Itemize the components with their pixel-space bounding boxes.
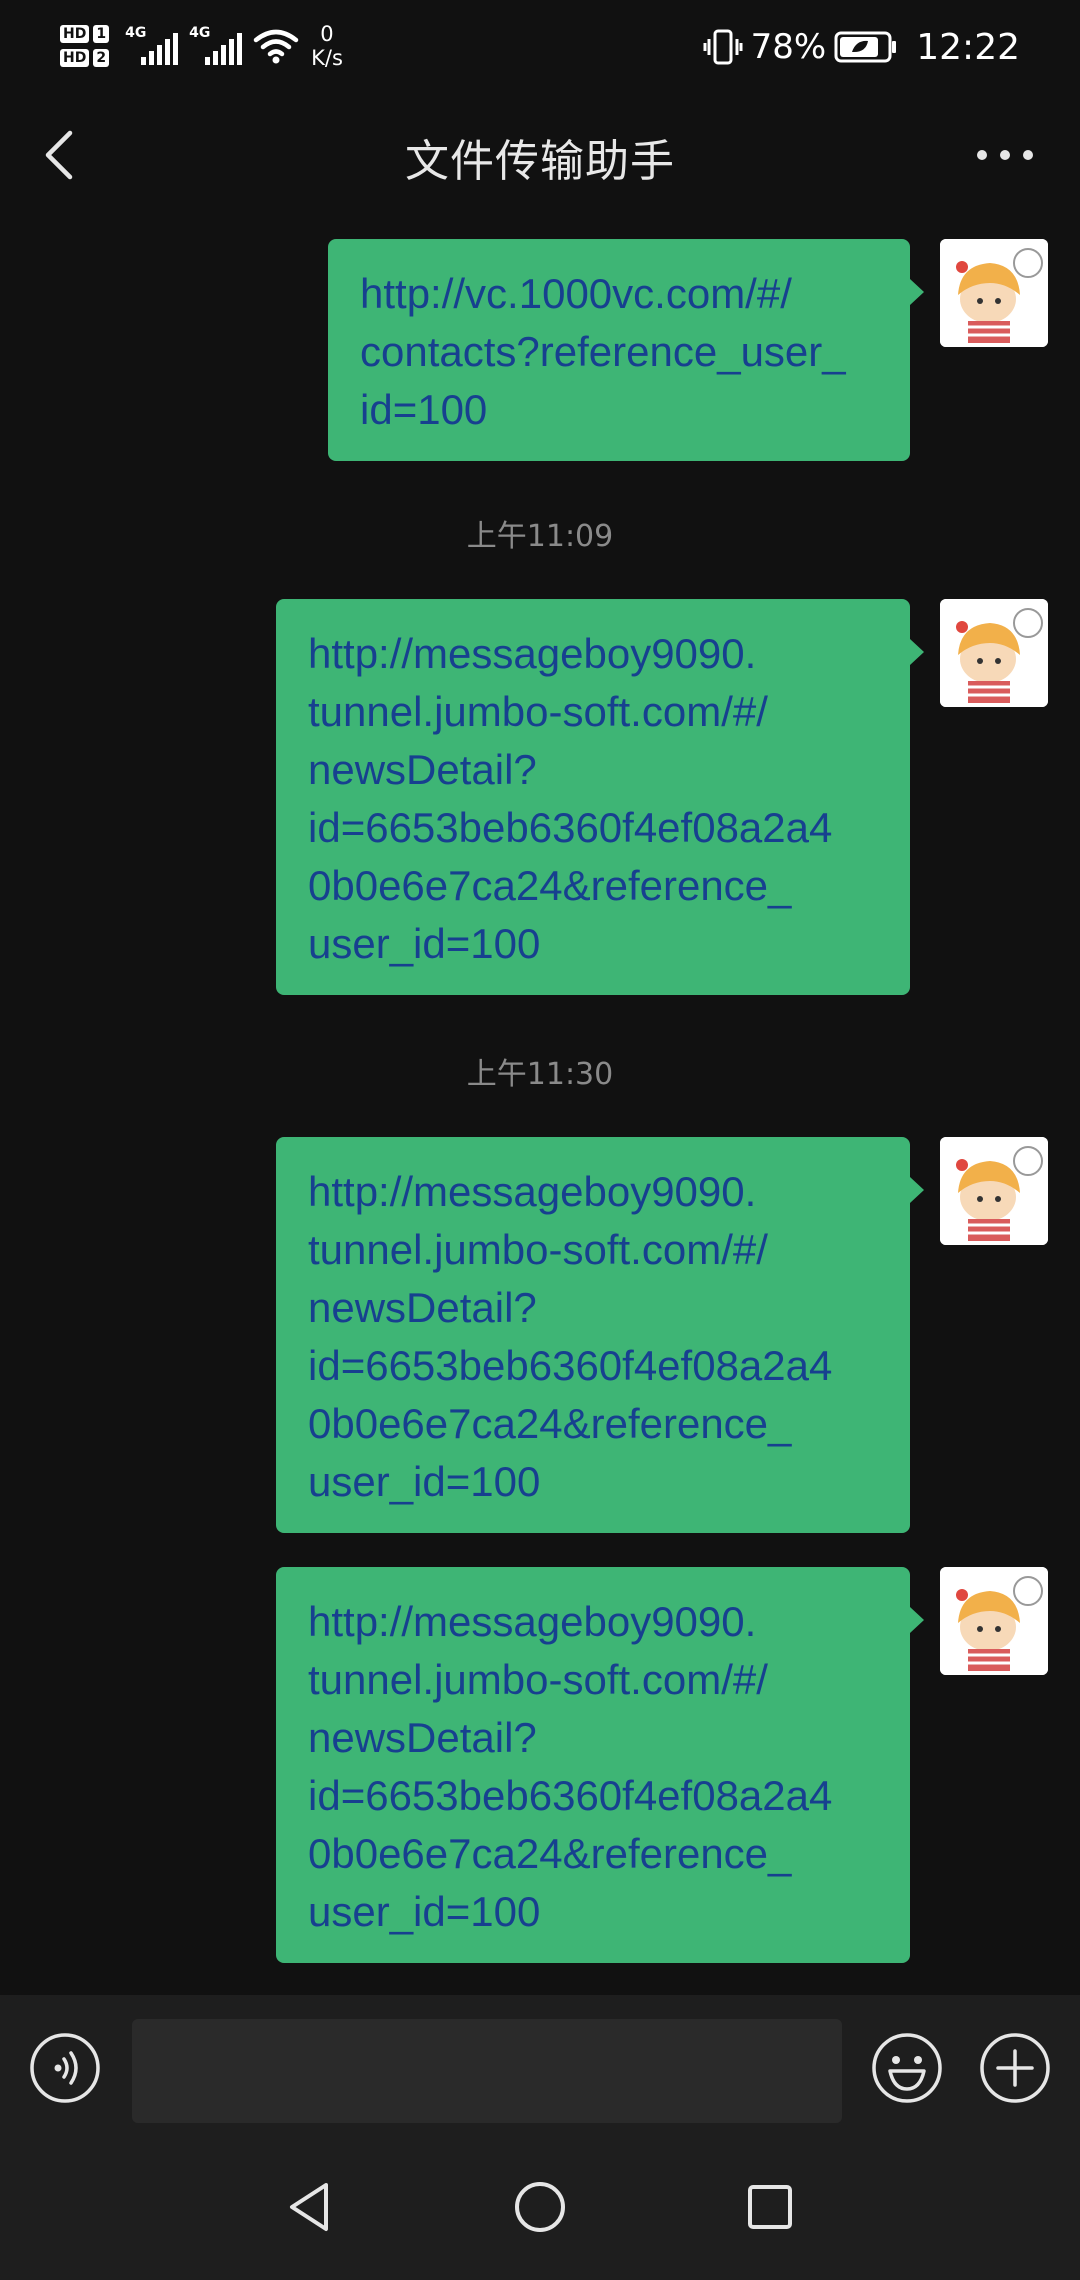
battery-icon [834,31,897,63]
status-bar: HD 1 HD 2 4G 4G 0 K/s 78% 12:22 [0,0,1080,95]
vibrate-icon [703,29,743,65]
system-nav-bar [0,2135,1080,2280]
user-avatar[interactable] [940,599,1048,707]
clock: 12:22 [916,26,1020,68]
message-row: http://messageboy9090. tunnel.jumbo-soft… [276,1137,1048,1533]
signal-2-icon: 4G [189,23,243,69]
user-avatar[interactable] [940,1137,1048,1245]
input-bar [0,1995,1080,2135]
page-title: 文件传输助手 [405,136,675,187]
chat-area[interactable]: http://vc.1000vc.com/#/ contacts?referen… [0,215,1080,1995]
user-avatar[interactable] [940,1567,1048,1675]
sim1-hd-badge: HD 1 [60,25,110,43]
user-avatar[interactable] [940,239,1048,347]
message-row: http://messageboy9090. tunnel.jumbo-soft… [276,1567,1048,1963]
wifi-icon [253,29,299,64]
back-triangle-icon[interactable] [280,2177,340,2237]
sim2-hd-badge: HD 2 [60,49,110,67]
timestamp: 上午11:30 [466,1057,614,1092]
more-options-icon[interactable] [970,135,1040,175]
network-speed: 0 K/s [311,22,343,70]
message-bubble[interactable]: http://messageboy9090. tunnel.jumbo-soft… [276,1567,924,1963]
timestamp: 上午11:09 [466,519,614,554]
message-input[interactable] [132,2019,842,2123]
voice-icon[interactable] [28,2031,102,2105]
message-bubble[interactable]: http://vc.1000vc.com/#/ contacts?referen… [328,239,924,461]
recent-square-icon[interactable] [740,2177,800,2237]
message-row: http://messageboy9090. tunnel.jumbo-soft… [276,599,1048,995]
home-circle-icon[interactable] [510,2177,570,2237]
message-bubble[interactable]: http://messageboy9090. tunnel.jumbo-soft… [276,1137,924,1533]
message-row: http://vc.1000vc.com/#/ contacts?referen… [328,239,1048,461]
signal-1-icon: 4G [125,23,179,69]
plus-icon[interactable] [978,2031,1052,2105]
battery-percent: 78% [750,27,827,67]
message-bubble[interactable]: http://messageboy9090. tunnel.jumbo-soft… [276,599,924,995]
emoji-icon[interactable] [870,2031,944,2105]
chat-header: 文件传输助手 [0,95,1080,215]
